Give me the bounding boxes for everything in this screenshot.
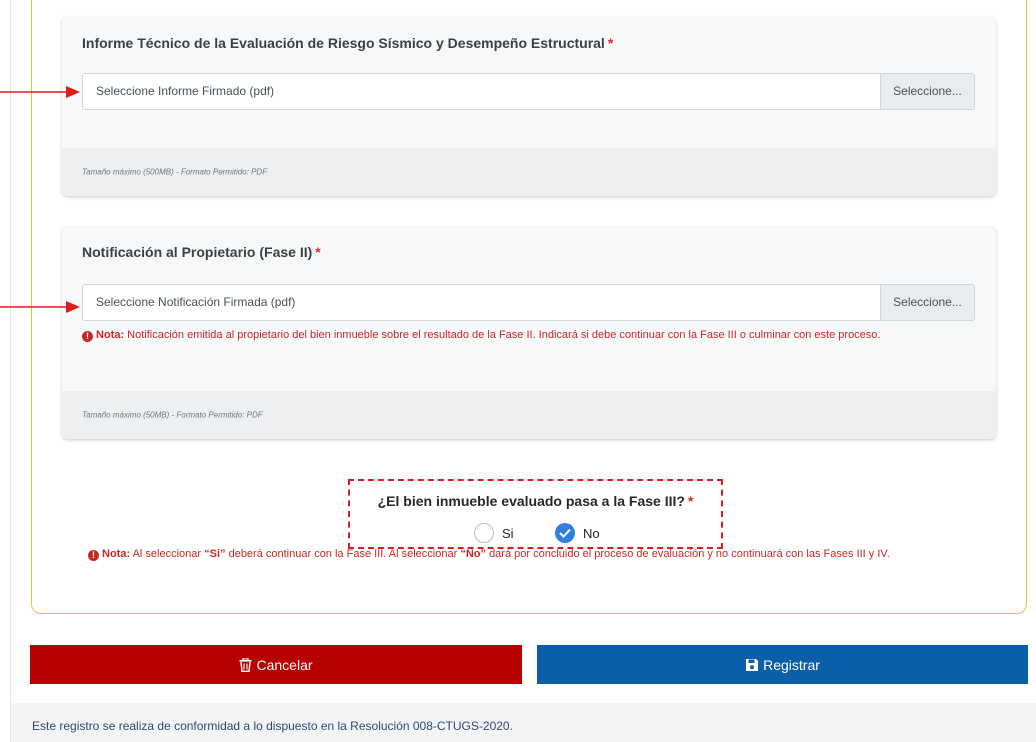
arrow-right-icon: [0, 301, 80, 313]
file-constraints: Tamaño máximo (50MB) - Formato Permitido…: [82, 410, 263, 420]
card-title-text: Notificación al Propietario (Fase II): [82, 244, 313, 260]
card-footer: Tamaño máximo (50MB) - Formato Permitido…: [62, 391, 996, 439]
upload-card-informe: Informe Técnico de la Evaluación de Ries…: [62, 17, 996, 196]
file-constraints: Tamaño máximo (500MB) - Formato Permitid…: [82, 167, 268, 177]
note-text: Notificación emitida al propietario del …: [127, 329, 881, 341]
note-text: Al seleccionar: [132, 548, 202, 560]
file-placeholder: Seleccione Notificación Firmada (pdf): [96, 295, 296, 309]
trash-icon: [239, 657, 252, 672]
file-input-informe[interactable]: Seleccione Informe Firmado (pdf) Selecci…: [82, 73, 975, 110]
required-mark: *: [315, 244, 321, 260]
browse-button[interactable]: Seleccione...: [880, 285, 974, 320]
note-prefix: Nota:: [96, 329, 125, 341]
cancel-label: Cancelar: [256, 656, 313, 673]
required-mark: *: [687, 493, 694, 509]
card-title: Notificación al Propietario (Fase II) *: [82, 244, 321, 260]
radio-option-si[interactable]: Si: [474, 522, 514, 544]
footer-text: Este registro se realiza de conformidad …: [32, 719, 513, 733]
required-mark: *: [607, 35, 614, 51]
file-placeholder: Seleccione Informe Firmado (pdf): [96, 84, 275, 98]
browse-button[interactable]: Seleccione...: [880, 74, 974, 109]
page-footer: Este registro se realiza de conformidad …: [11, 703, 1036, 742]
left-rule: [10, 0, 11, 742]
cancel-button[interactable]: Cancelar: [30, 645, 522, 684]
radio-unchecked-icon[interactable]: [474, 523, 494, 543]
card-title: Informe Técnico de la Evaluación de Ries…: [82, 35, 613, 51]
radio-label-no[interactable]: No: [583, 526, 600, 541]
question-text: ¿El bien inmueble evaluado pasa a la Fas…: [377, 493, 685, 509]
note-text: deberá continuar con la Fase III. Al sel…: [228, 548, 458, 560]
exclamation-circle-icon: !: [82, 331, 93, 342]
card-footer: Tamaño máximo (500MB) - Formato Permitid…: [62, 148, 996, 196]
file-input-notificacion[interactable]: Seleccione Notificación Firmada (pdf) Se…: [82, 284, 975, 321]
question-label: ¿El bien inmueble evaluado pasa a la Fas…: [350, 493, 721, 509]
note-quote-si: “Si”: [204, 548, 226, 560]
exclamation-circle-icon: !: [88, 550, 99, 561]
phase-note: ! Nota: Al seleccionar “Si” deberá contin…: [88, 548, 890, 561]
note-quote-no: “No”: [460, 548, 486, 560]
floppy-disk-icon: [745, 658, 759, 672]
radio-label-si[interactable]: Si: [502, 526, 514, 541]
radio-checked-icon[interactable]: [555, 523, 575, 543]
upload-card-notificacion: Notificación al Propietario (Fase II) * S…: [62, 227, 996, 439]
phase-question-group: ¿El bien inmueble evaluado pasa a la Fas…: [348, 479, 723, 549]
note-text: dará por concluido el proceso de evaluac…: [489, 548, 890, 560]
register-label: Registrar: [763, 656, 820, 673]
radio-option-no[interactable]: No: [555, 522, 600, 544]
register-button[interactable]: Registrar: [537, 645, 1028, 684]
arrow-right-icon: [0, 86, 80, 98]
card-title-text: Informe Técnico de la Evaluación de Ries…: [82, 35, 605, 51]
card-note: ! Nota: Notificación emitida al propietar…: [82, 329, 880, 342]
note-prefix: Nota:: [102, 548, 131, 560]
